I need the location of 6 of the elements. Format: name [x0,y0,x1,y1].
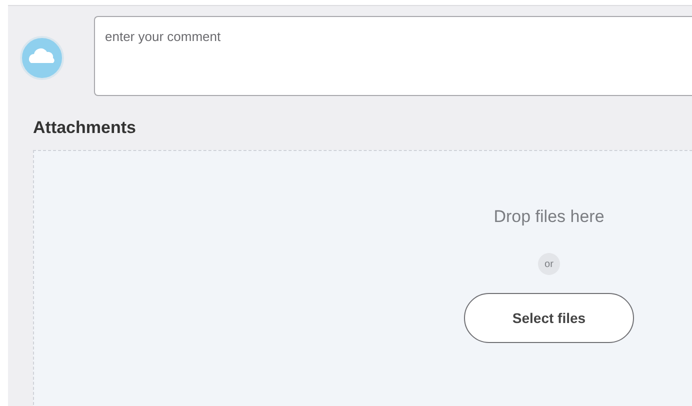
or-separator: or [538,253,560,275]
drop-text: Drop files here [494,207,604,227]
comment-field[interactable]: enter your comment [94,16,692,96]
select-files-button[interactable]: Select files [464,293,634,343]
section-title: Attachments [33,118,137,138]
cloud-avatar-icon [20,36,64,80]
